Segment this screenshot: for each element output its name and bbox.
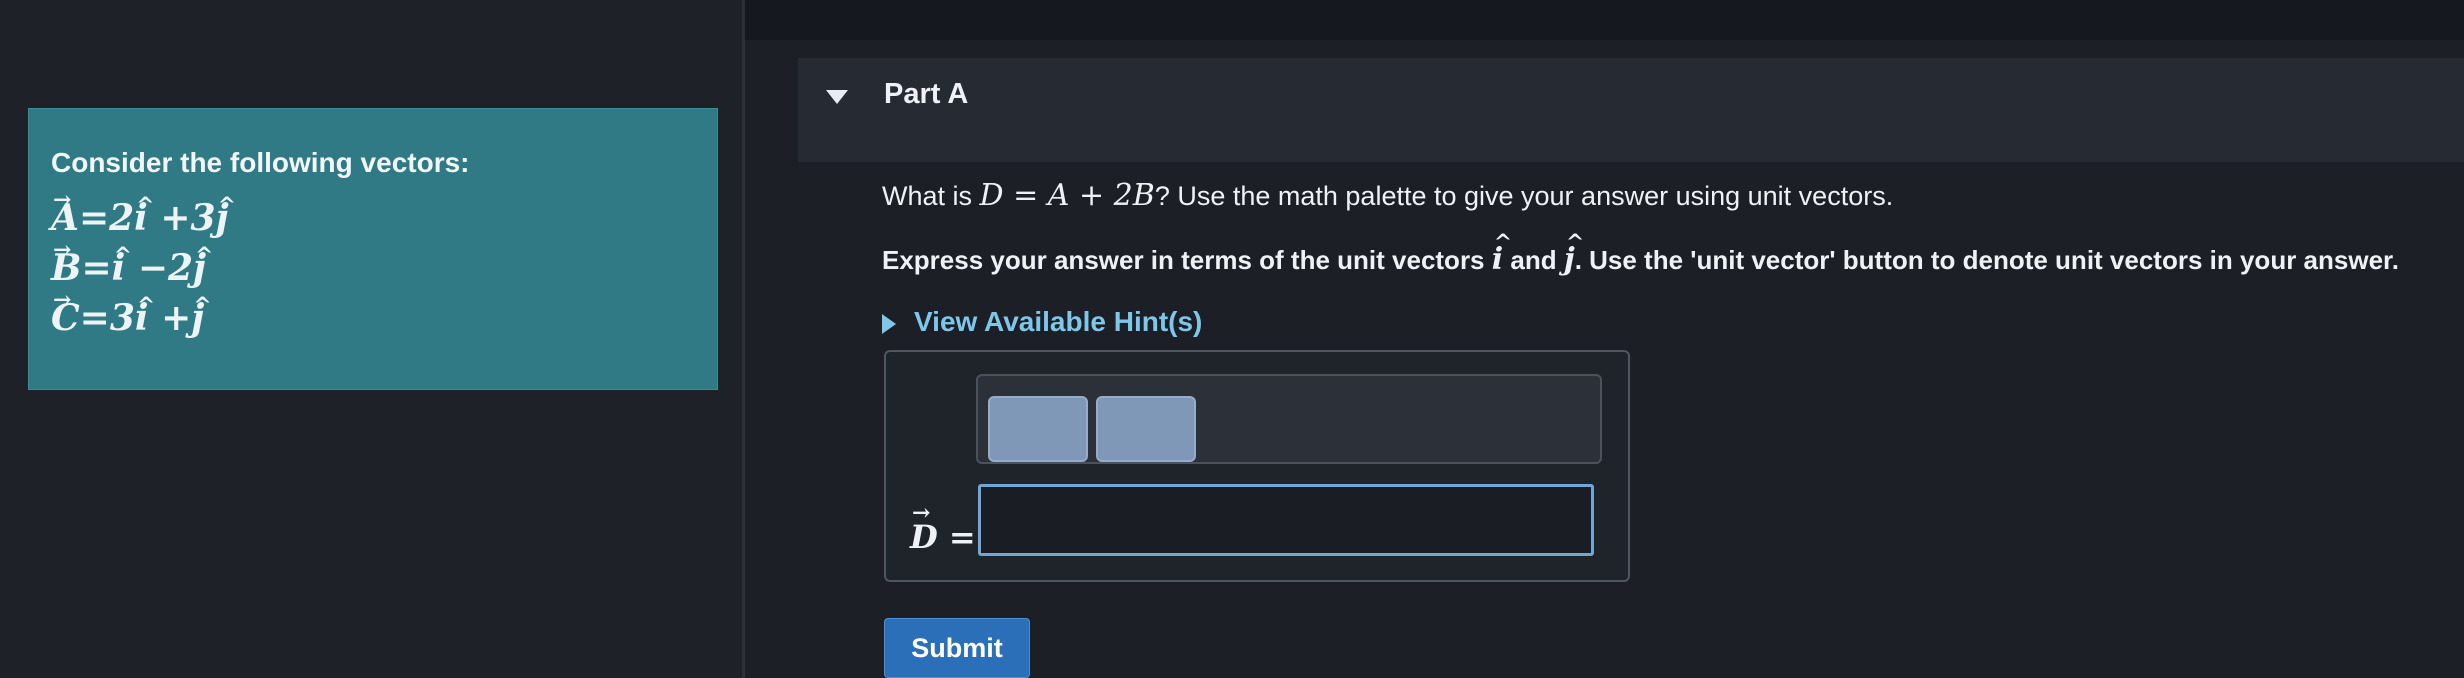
caret-down-icon[interactable]	[826, 90, 848, 104]
caret-right-icon[interactable]	[882, 313, 896, 334]
math-palette	[976, 374, 1602, 464]
answer-input[interactable]	[978, 484, 1594, 556]
unit-i-symbol: i	[135, 281, 155, 343]
vector-c-symbol: C	[51, 275, 80, 343]
answer-box: D =	[884, 350, 1630, 582]
unit-j-symbol: j	[191, 281, 211, 343]
unit-j-symbol: j	[216, 181, 236, 243]
view-hints-link[interactable]: View Available Hint(s)	[882, 306, 1202, 338]
answer-label: D =	[910, 500, 976, 556]
palette-button-unit-vector[interactable]	[1096, 396, 1196, 462]
vectors-title: Consider the following vectors:	[51, 147, 470, 178]
unit-i-symbol: i	[112, 231, 132, 293]
unit-j-symbol: j	[1564, 230, 1584, 277]
question-equation: D = A + 2B	[979, 178, 1155, 213]
vector-d-symbol: D	[910, 500, 938, 556]
vector-a-line: A=2i +3j	[51, 175, 695, 243]
unit-i-symbol: i	[134, 181, 154, 243]
pane-divider	[742, 0, 745, 678]
view-hints-label[interactable]: View Available Hint(s)	[914, 306, 1202, 337]
question-text: What is D = A + 2B? Use the math palette…	[882, 178, 1894, 213]
vector-c-line: C=3i +j	[51, 275, 695, 343]
vectors-panel: Consider the following vectors: A=2i +3j…	[28, 108, 718, 390]
part-a-header[interactable]: Part A	[798, 58, 2464, 162]
palette-button-template[interactable]	[988, 396, 1088, 462]
submit-button[interactable]: Submit	[884, 618, 1030, 678]
instruction-text: Express your answer in terms of the unit…	[882, 230, 2399, 277]
unit-i-symbol: i	[1492, 230, 1513, 277]
part-a-label[interactable]: Part A	[884, 78, 968, 111]
